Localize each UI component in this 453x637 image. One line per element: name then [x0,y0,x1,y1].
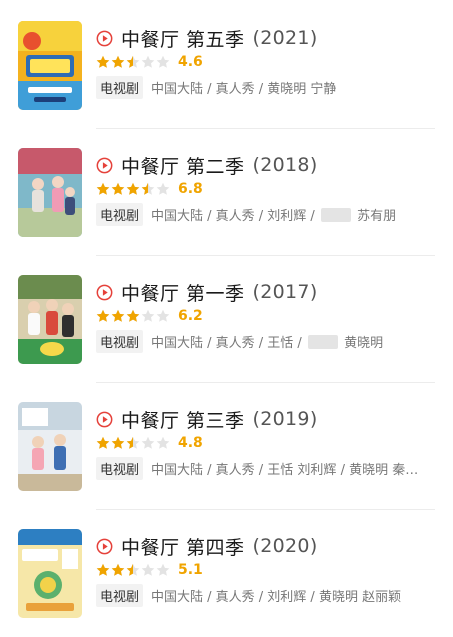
star-half-icon [141,182,155,195]
meta-row: 电视剧 中国大陆 / 真人秀 / 刘利辉 / 苏有朋 [96,202,436,226]
title-row[interactable]: 中餐厅 第一季 (2017) [96,278,318,306]
meta-info-extra: 苏有朋 [357,208,397,224]
meta-info: 中国大陆 / 真人秀 / 刘利辉 / 黄晓明 赵丽颖 [151,589,402,605]
star-half-icon [126,563,140,576]
poster-image[interactable] [18,148,82,237]
star-empty-icon [141,309,155,322]
star-empty-icon [156,309,170,322]
meta-row: 电视剧 中国大陆 / 真人秀 / 王恬 刘利辉 / 黄晓明 秦… [96,456,436,480]
year: (2019) [252,408,318,430]
rating-row: 6.8 [96,180,203,198]
star-empty-icon [156,182,170,195]
meta-text: 中国大陆 / 真人秀 / 刘利辉 / 黄晓明 赵丽颖 [151,586,401,605]
poster-image[interactable] [18,275,82,364]
score: 5.1 [178,562,203,578]
score: 4.8 [178,435,203,451]
meta-text: 中国大陆 / 真人秀 / 王恬 刘利辉 / 黄晓明 秦… [151,459,418,478]
star-full-icon [111,182,125,195]
list-item[interactable]: 中餐厅 第二季 (2018) 6.8 电视剧 中国大陆 / 真人秀 / 刘利辉 … [0,130,453,256]
meta-row: 电视剧 中国大陆 / 真人秀 / 王恬 / 黄晓明 [96,329,436,353]
meta-info: 中国大陆 / 真人秀 / 王恬 刘利辉 / 黄晓明 秦… [151,462,419,478]
rating-row: 4.8 [96,434,203,452]
star-full-icon [96,55,110,68]
score: 6.2 [178,308,203,324]
star-empty-icon [156,55,170,68]
poster-image[interactable] [18,402,82,491]
title-row[interactable]: 中餐厅 第四季 (2020) [96,532,318,560]
star-full-icon [96,182,110,195]
title: 中餐厅 第二季 [121,155,245,178]
title-row[interactable]: 中餐厅 第二季 (2018) [96,151,318,179]
year: (2020) [252,535,318,557]
score: 4.6 [178,54,203,70]
title: 中餐厅 第三季 [121,409,245,432]
rating-row: 4.6 [96,53,203,71]
score: 6.8 [178,181,203,197]
star-empty-icon [141,563,155,576]
type-badge: 电视剧 [96,202,144,226]
star-rating [96,55,171,69]
year: (2018) [252,154,318,176]
star-empty-icon [141,55,155,68]
list-item[interactable]: 中餐厅 第五季 (2021) 4.6 电视剧 中国大陆 / 真人秀 / 黄晓明 … [0,3,453,129]
divider [96,255,435,256]
star-full-icon [111,55,125,68]
meta-info: 中国大陆 / 真人秀 / 刘利辉 / [151,208,315,224]
meta-row: 电视剧 中国大陆 / 真人秀 / 黄晓明 宁静 [96,75,436,99]
star-rating [96,182,171,196]
redacted-block [320,207,351,222]
star-rating [96,436,171,450]
list-item[interactable]: 中餐厅 第三季 (2019) 4.8 电视剧 中国大陆 / 真人秀 / 王恬 刘… [0,384,453,510]
meta-info-extra: 黄晓明 [344,335,384,351]
star-empty-icon [141,436,155,449]
title-row[interactable]: 中餐厅 第三季 (2019) [96,405,318,433]
divider [96,382,435,383]
title: 中餐厅 第四季 [121,536,245,559]
play-icon [96,538,113,554]
star-full-icon [111,563,125,576]
type-badge: 电视剧 [96,583,144,607]
star-rating [96,309,171,323]
star-full-icon [126,309,140,322]
star-half-icon [126,55,140,68]
meta-text: 中国大陆 / 真人秀 / 黄晓明 宁静 [151,78,336,97]
divider [96,128,435,129]
play-icon [96,411,113,427]
title: 中餐厅 第五季 [121,28,245,51]
year: (2017) [252,281,318,303]
year: (2021) [252,27,318,49]
meta-text: 中国大陆 / 真人秀 / 王恬 / 黄晓明 [151,332,383,351]
meta-info: 中国大陆 / 真人秀 / 王恬 / [151,335,302,351]
poster-image[interactable] [18,529,82,618]
title: 中餐厅 第一季 [121,282,245,305]
type-badge: 电视剧 [96,329,144,353]
rating-row: 5.1 [96,561,203,579]
star-full-icon [111,436,125,449]
star-full-icon [126,182,140,195]
meta-row: 电视剧 中国大陆 / 真人秀 / 刘利辉 / 黄晓明 赵丽颖 [96,583,436,607]
redacted-block [307,334,338,349]
divider [96,509,435,510]
star-full-icon [96,309,110,322]
star-full-icon [96,436,110,449]
star-full-icon [96,563,110,576]
star-empty-icon [156,563,170,576]
type-badge: 电视剧 [96,456,144,480]
title-row[interactable]: 中餐厅 第五季 (2021) [96,24,318,52]
poster-image[interactable] [18,21,82,110]
rating-row: 6.2 [96,307,203,325]
play-icon [96,157,113,173]
star-half-icon [126,436,140,449]
list-item[interactable]: 中餐厅 第一季 (2017) 6.2 电视剧 中国大陆 / 真人秀 / 王恬 /… [0,257,453,383]
list-item[interactable]: 中餐厅 第四季 (2020) 5.1 电视剧 中国大陆 / 真人秀 / 刘利辉 … [0,511,453,637]
star-full-icon [111,309,125,322]
type-badge: 电视剧 [96,75,144,99]
star-rating [96,563,171,577]
play-icon [96,30,113,46]
play-icon [96,284,113,300]
star-empty-icon [156,436,170,449]
meta-info: 中国大陆 / 真人秀 / 黄晓明 宁静 [151,81,337,97]
meta-text: 中国大陆 / 真人秀 / 刘利辉 / 苏有朋 [151,205,396,224]
